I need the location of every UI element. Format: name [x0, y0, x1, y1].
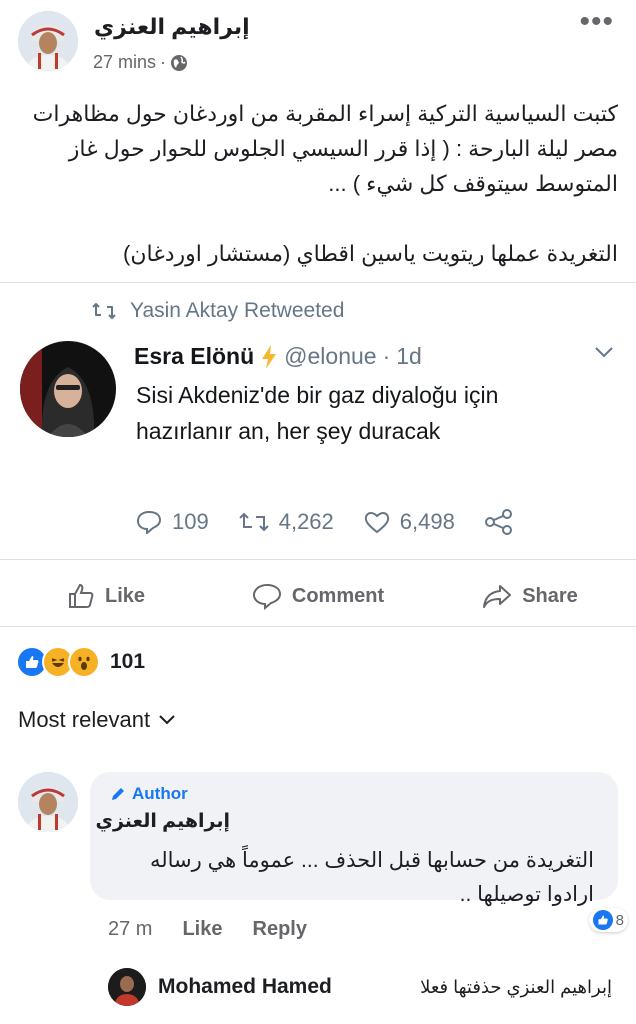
- sort-label: Most relevant: [18, 707, 151, 732]
- like-label: Like: [104, 584, 146, 607]
- comment-like-button[interactable]: Like: [182, 918, 222, 941]
- comment-text-line: ارادوا توصيلها ..: [459, 883, 594, 906]
- thumbs-up-icon: [68, 583, 94, 608]
- comment-label: Comment: [291, 584, 385, 607]
- post-action-bar: Like Comment Share: [0, 566, 636, 627]
- share-label: Share: [522, 584, 578, 607]
- share-button[interactable]: Share: [424, 566, 636, 626]
- retweet-icon: [239, 512, 269, 532]
- share-nodes-icon: [484, 509, 512, 535]
- more-options-icon[interactable]: •••: [579, 7, 614, 37]
- comment-sort-dropdown[interactable]: Most relevant: [18, 707, 176, 733]
- comment-time[interactable]: 27 m: [108, 918, 152, 941]
- comment-text-line: التغريدة من حسابها قبل الحذف ... عموماً …: [149, 849, 594, 872]
- wow-reaction-icon: [68, 646, 100, 678]
- post-author-name[interactable]: إبراهيم العنزي: [94, 14, 250, 40]
- comment-bubble[interactable]: Author إبراهيم العنزي التغريدة من حسابها…: [90, 772, 618, 906]
- post-time-text: 27 mins: [93, 52, 157, 72]
- commenter-photo: [18, 772, 78, 832]
- reply-author-photo: [108, 968, 146, 1006]
- like-button[interactable]: Like: [0, 566, 212, 626]
- comment-reaction-badge[interactable]: 8: [588, 908, 628, 932]
- tweet-header: Esra Elönü @elonue · 1d: [134, 343, 422, 370]
- commenter-avatar[interactable]: [18, 772, 78, 832]
- pencil-icon: [112, 788, 124, 800]
- retweet-icon: [92, 303, 116, 319]
- reaction-count: 101: [110, 650, 146, 673]
- comment-text: التغريدة من حسابها قبل الحذف ... عموماً …: [114, 844, 594, 912]
- post-text-line: كتبت السياسية التركية إسراء المقربة من ا…: [32, 101, 618, 126]
- reply-bubble-icon: [136, 510, 162, 534]
- post-text-line: المتوسط سيتوقف كل شيء ) ...: [328, 171, 618, 196]
- tweet-reply-action[interactable]: 109: [136, 509, 209, 535]
- share-arrow-icon: [483, 585, 512, 608]
- author-photo: [18, 11, 78, 71]
- tweet-author-avatar: [20, 341, 116, 437]
- separator-dot: ·: [160, 52, 167, 72]
- chevron-down-icon[interactable]: [594, 345, 614, 359]
- tweet-handle[interactable]: @elonue: [284, 343, 376, 370]
- comment-reply-button[interactable]: Reply: [253, 918, 307, 941]
- comment-button[interactable]: Comment: [212, 566, 424, 626]
- tweet-text: Sisi Akdeniz'de bir gaz diyaloğu için ha…: [136, 377, 606, 449]
- post-timestamp[interactable]: 27 mins ·: [93, 52, 188, 73]
- comment-meta: 27 m Like Reply: [108, 918, 307, 941]
- tweet-retweet-action[interactable]: 4,262: [239, 509, 334, 535]
- tweet-like-action[interactable]: 6,498: [364, 509, 455, 535]
- lightning-bolt-icon: [262, 344, 277, 369]
- globe-icon: [171, 54, 188, 71]
- heart-icon: [364, 512, 389, 534]
- reactions-summary[interactable]: 101: [16, 646, 145, 678]
- tweet-author-photo: [20, 341, 116, 437]
- post-text-line: [18, 201, 618, 236]
- tweet-actions: 109 4,262 6,498: [136, 509, 543, 535]
- tweet-text-line: Sisi Akdeniz'de bir gaz diyaloğu için: [136, 382, 499, 408]
- tweet-text-line: hazırlanır an, her şey duracak: [136, 418, 441, 444]
- like-reaction-icon: [592, 910, 613, 930]
- retweet-label: Yasin Aktay Retweeted: [130, 299, 345, 322]
- reply-text: إبراهيم العنزي حذفتها فعلا: [420, 977, 612, 997]
- post-text-line: مصر ليلة البارحة : ( إذا قرر السيسي الجل…: [68, 136, 618, 161]
- reply-count: 109: [172, 509, 209, 534]
- tweet-share-action[interactable]: [484, 509, 513, 535]
- author-badge-label: Author: [132, 784, 188, 803]
- comment-bubble-icon: [252, 583, 281, 610]
- chevron-down-icon: [159, 715, 175, 725]
- post-text-line: التغريدة عملها ريتويت ياسين اقطاي (مستشا…: [123, 241, 618, 266]
- like-count: 6,498: [399, 509, 455, 534]
- post-author-avatar[interactable]: [18, 11, 78, 71]
- embedded-tweet-image[interactable]: Yasin Aktay Retweeted Esra Elönü @elonue…: [0, 282, 636, 560]
- tweet-time: 1d: [396, 343, 422, 369]
- retweet-count: 4,262: [278, 509, 334, 534]
- post-text: كتبت السياسية التركية إسراء المقربة من ا…: [18, 96, 618, 271]
- commenter-name[interactable]: إبراهيم العنزي: [90, 810, 618, 833]
- retweet-line: Yasin Aktay Retweeted: [92, 299, 344, 323]
- reply-author-avatar[interactable]: [108, 968, 146, 1006]
- comment-like-count: 8: [615, 911, 624, 929]
- author-badge: Author: [110, 784, 188, 804]
- reply-author-name[interactable]: Mohamed Hamed: [158, 975, 332, 999]
- separator-dot: ·: [382, 343, 391, 369]
- tweet-author-name[interactable]: Esra Elönü: [134, 343, 254, 370]
